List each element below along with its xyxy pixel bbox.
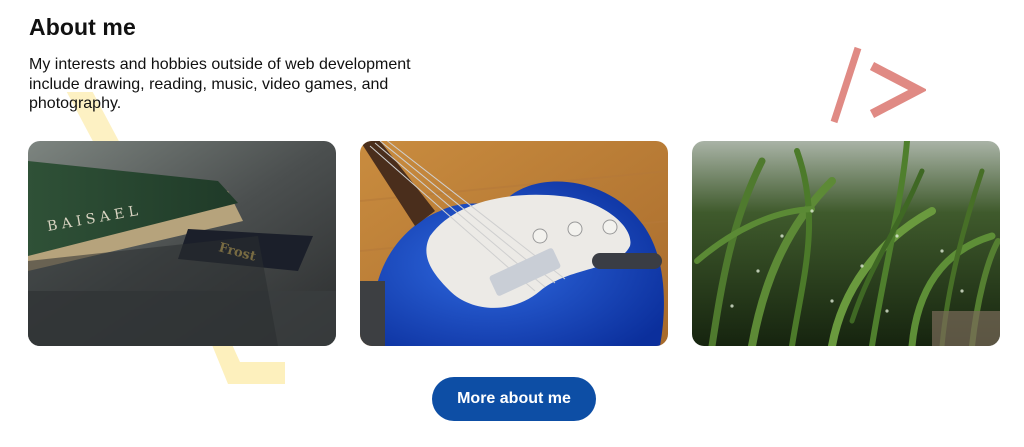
guitar-image [360, 141, 668, 346]
grass-image [692, 141, 1000, 346]
section-description: My interests and hobbies outside of web … [29, 56, 411, 112]
more-about-me-button[interactable]: More about me [432, 377, 596, 421]
photo-guitar [360, 141, 668, 346]
photo-grass [692, 141, 1000, 346]
code-bracket-icon [826, 44, 928, 128]
section-title: About me [29, 14, 136, 40]
photo-book: Frost B A I S A E L [28, 141, 336, 346]
book-image: Frost B A I S A E L [28, 141, 336, 346]
